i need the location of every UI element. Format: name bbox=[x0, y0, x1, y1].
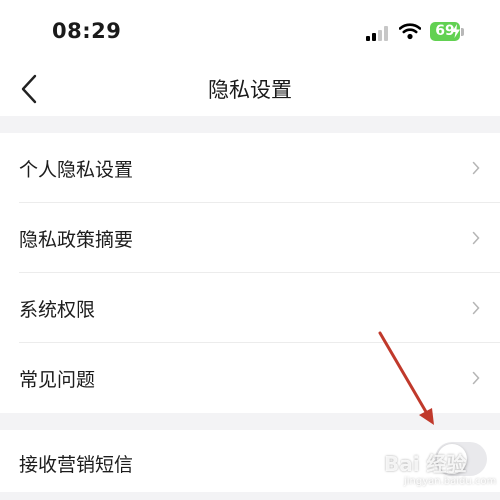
status-time: 08:29 bbox=[52, 19, 122, 43]
menu-item-system-permissions[interactable]: 系统权限 bbox=[0, 273, 500, 343]
menu-item-label: 常见问题 bbox=[19, 369, 96, 391]
signal-icon bbox=[366, 25, 392, 41]
toggle-knob bbox=[437, 444, 467, 474]
nav-bar: 隐私设置 bbox=[0, 62, 500, 116]
chevron-right-icon bbox=[472, 301, 480, 315]
section-spacer bbox=[0, 492, 500, 500]
chevron-right-icon bbox=[472, 371, 480, 385]
battery-cap bbox=[461, 28, 464, 36]
menu-item-label: 系统权限 bbox=[19, 299, 96, 321]
section-spacer bbox=[0, 413, 500, 430]
wifi-icon bbox=[399, 23, 421, 40]
marketing-sms-row: 接收营销短信 bbox=[0, 430, 500, 492]
menu-item-privacy-policy-summary[interactable]: 隐私政策摘要 bbox=[0, 203, 500, 273]
section-spacer bbox=[0, 116, 500, 133]
menu-item-label: 个人隐私设置 bbox=[19, 159, 134, 181]
chevron-right-icon bbox=[472, 161, 480, 175]
menu-item-personal-privacy[interactable]: 个人隐私设置 bbox=[0, 133, 500, 203]
chevron-right-icon bbox=[472, 231, 480, 245]
menu-item-faq[interactable]: 常见问题 bbox=[0, 343, 500, 413]
marketing-sms-label: 接收营销短信 bbox=[19, 454, 134, 476]
marketing-sms-toggle[interactable] bbox=[435, 442, 487, 476]
charging-bolt-icon bbox=[452, 24, 460, 38]
status-bar: 08:29 69 bbox=[0, 0, 500, 62]
menu-item-label: 隐私政策摘要 bbox=[19, 229, 134, 251]
page-title: 隐私设置 bbox=[208, 78, 292, 102]
